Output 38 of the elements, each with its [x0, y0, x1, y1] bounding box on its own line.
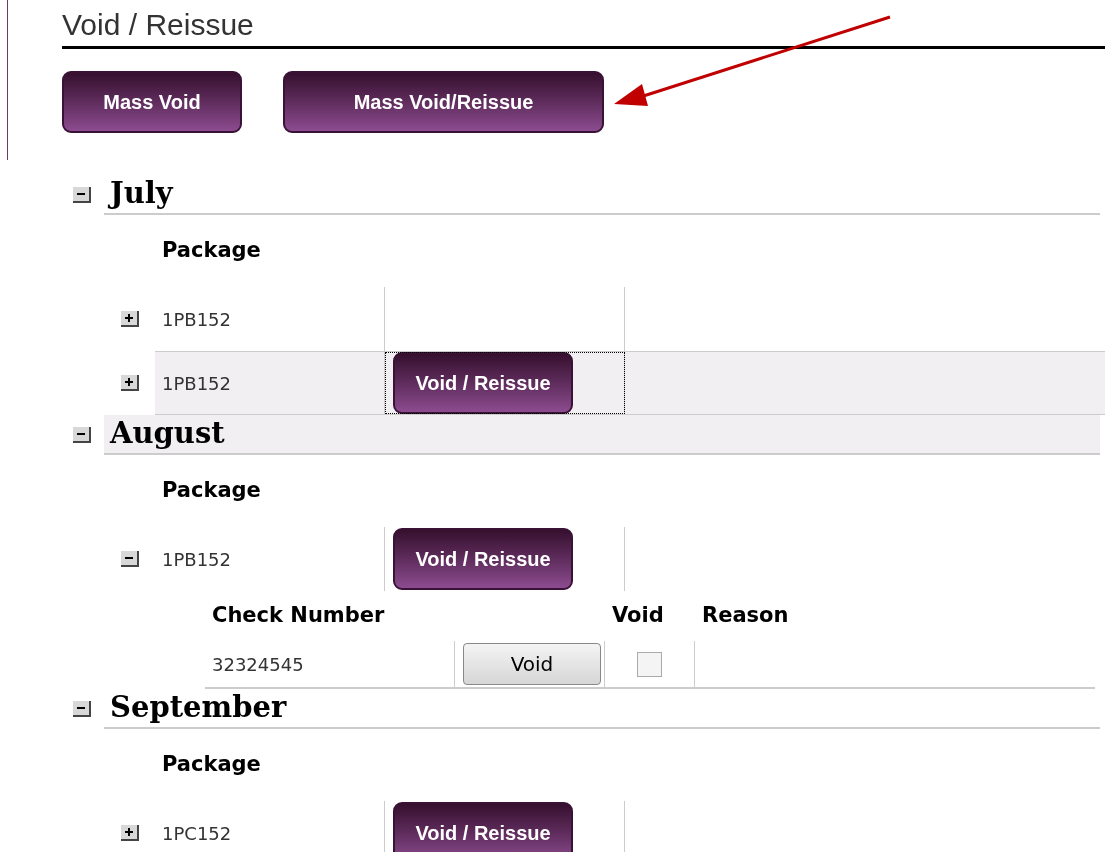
collapse-toggle[interactable]: [73, 187, 91, 203]
page-title: Void / Reissue: [62, 8, 254, 41]
month-name: August: [110, 415, 225, 453]
collapse-toggle[interactable]: [73, 427, 91, 443]
package-code: 1PC152: [162, 821, 232, 846]
minus-icon: [77, 430, 85, 438]
void-reissue-button[interactable]: Void / Reissue: [393, 802, 573, 852]
void-reissue-button[interactable]: Void / Reissue: [393, 528, 573, 590]
minus-icon: [125, 554, 133, 562]
month-header[interactable]: August: [104, 415, 1100, 455]
expand-toggle[interactable]: [121, 311, 139, 327]
plus-icon: [125, 828, 133, 836]
column-header: Check Number: [212, 602, 386, 630]
minus-icon: [77, 190, 85, 198]
expand-toggle[interactable]: [121, 375, 139, 391]
check-number: 32324545: [212, 652, 304, 677]
column-header: Void: [612, 602, 665, 630]
plus-icon: [125, 314, 133, 322]
void-reissue-button[interactable]: Void / Reissue: [393, 352, 573, 414]
month-name: July: [110, 175, 173, 213]
void-checkbox[interactable]: [637, 651, 662, 677]
expand-toggle[interactable]: [121, 825, 139, 841]
column-header: Package: [162, 237, 261, 265]
void-button[interactable]: Void: [463, 643, 601, 685]
action-button[interactable]: Mass Void/Reissue: [283, 71, 604, 133]
package-code: 1PB152: [162, 371, 231, 396]
minus-icon: [77, 704, 85, 712]
package-row[interactable]: 1PB152 Void / Reissue: [155, 351, 1105, 415]
column-header: Reason: [702, 602, 789, 630]
package-code: 1PB152: [162, 547, 231, 572]
action-button[interactable]: Mass Void: [62, 71, 242, 133]
column-header: Package: [162, 751, 261, 779]
collapse-toggle[interactable]: [121, 551, 139, 567]
month-name: September: [110, 689, 287, 727]
collapse-toggle[interactable]: [73, 701, 91, 717]
column-header: Package: [162, 477, 261, 505]
plus-icon: [125, 378, 133, 386]
package-code: 1PB152: [162, 307, 231, 332]
